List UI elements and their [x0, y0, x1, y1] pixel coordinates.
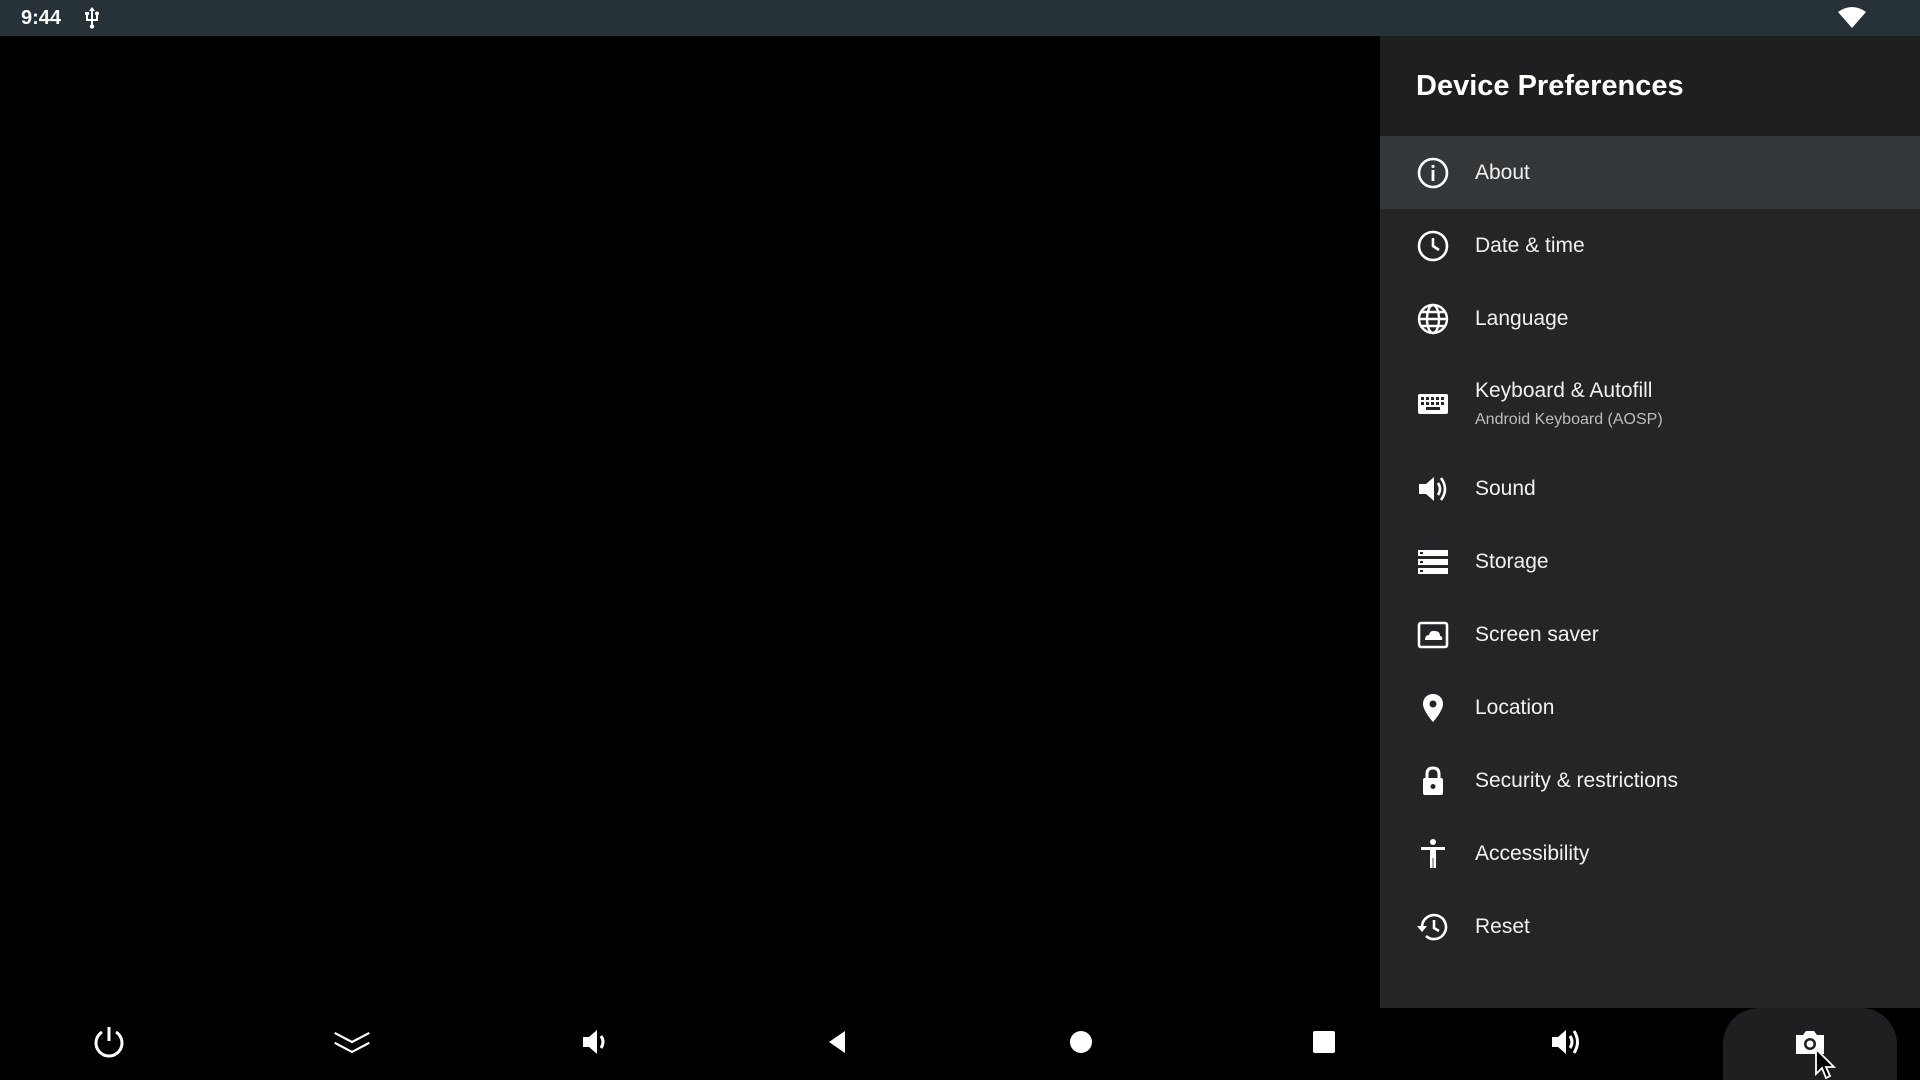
power-button[interactable] — [49, 1008, 169, 1080]
status-time: 9:44 — [21, 7, 62, 29]
menu-item-label: Date & time — [1475, 233, 1585, 257]
menu-item-label: About — [1475, 160, 1530, 184]
mouse-cursor-icon — [1814, 1046, 1837, 1080]
status-bar: 9:44 — [0, 0, 1920, 36]
menu-item-reset[interactable]: Reset — [1380, 890, 1920, 963]
menu-item-label: Screen saver — [1475, 622, 1599, 646]
page-title: Device Preferences — [1416, 69, 1684, 102]
menu-item-screen-saver[interactable]: Screen saver — [1380, 598, 1920, 671]
collapse-icon — [333, 1023, 371, 1066]
recents-icon — [1305, 1023, 1343, 1066]
menu-item-date-time[interactable]: Date & time — [1380, 209, 1920, 282]
navigation-bar — [0, 1008, 1920, 1080]
menu-item-label: Security & restrictions — [1475, 768, 1679, 792]
speaker-icon — [1416, 472, 1450, 506]
menu-item-sublabel: Android Keyboard (AOSP) — [1475, 410, 1663, 428]
home-button[interactable] — [1021, 1008, 1141, 1080]
menu-item-keyboard-autofill[interactable]: Keyboard & Autofill Android Keyboard (AO… — [1380, 355, 1920, 452]
menu-item-label: Reset — [1475, 914, 1530, 938]
usb-icon — [82, 7, 102, 29]
storage-icon — [1416, 545, 1450, 579]
menu-item-label: Location — [1475, 695, 1555, 719]
volume-down-icon — [576, 1023, 614, 1066]
screen: 9:44 Device Preferences About Date & tim… — [0, 0, 1920, 1080]
content-area — [0, 36, 1380, 1008]
menu-item-language[interactable]: Language — [1380, 282, 1920, 355]
lock-icon — [1416, 764, 1450, 798]
menu-item-label: Sound — [1475, 476, 1536, 500]
back-button[interactable] — [778, 1008, 898, 1080]
volume-down-button[interactable] — [535, 1008, 655, 1080]
info-icon — [1416, 156, 1450, 190]
wifi-icon — [1838, 7, 1866, 29]
menu-item-label: Language — [1475, 306, 1569, 330]
menu-item-sound[interactable]: Sound — [1380, 452, 1920, 525]
menu-item-storage[interactable]: Storage — [1380, 525, 1920, 598]
location-pin-icon — [1416, 691, 1450, 725]
screen-saver-icon — [1416, 618, 1450, 652]
collapse-button[interactable] — [292, 1008, 412, 1080]
accessibility-icon — [1416, 837, 1450, 871]
menu-item-label: Storage — [1475, 549, 1549, 573]
menu-item-location[interactable]: Location — [1380, 671, 1920, 744]
history-icon — [1416, 910, 1450, 944]
menu-item-security-restrictions[interactable]: Security & restrictions — [1380, 744, 1920, 817]
power-icon — [90, 1023, 128, 1066]
recents-button[interactable] — [1264, 1008, 1384, 1080]
menu-item-accessibility[interactable]: Accessibility — [1380, 817, 1920, 890]
globe-icon — [1416, 302, 1450, 336]
back-icon — [819, 1023, 857, 1066]
preferences-list: About Date & time Language Keyboard & Au… — [1380, 136, 1920, 963]
settings-panel: Device Preferences About Date & time Lan… — [1380, 36, 1920, 1008]
clock-icon — [1416, 229, 1450, 263]
keyboard-icon — [1416, 387, 1450, 421]
volume-up-icon — [1548, 1023, 1586, 1066]
screenshot-button[interactable] — [1723, 1008, 1897, 1080]
home-icon — [1062, 1023, 1100, 1066]
menu-item-about[interactable]: About — [1380, 136, 1920, 209]
menu-item-label: Keyboard & Autofill — [1475, 378, 1653, 402]
panel-header: Device Preferences — [1380, 36, 1920, 136]
volume-up-button[interactable] — [1507, 1008, 1627, 1080]
menu-item-label: Accessibility — [1475, 841, 1590, 865]
